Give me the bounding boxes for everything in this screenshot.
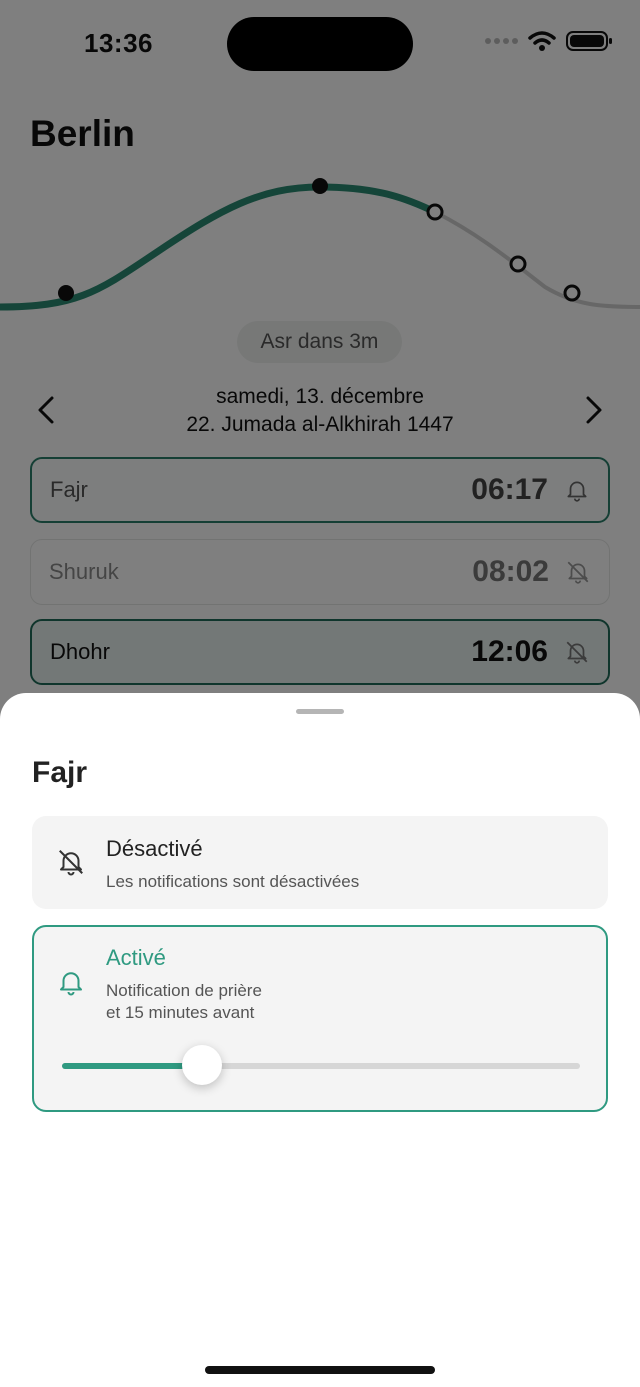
option-description: Notification de prière et 15 minutes ava… <box>106 980 262 1024</box>
option-label: Activé <box>106 945 166 970</box>
reminder-offset-slider[interactable] <box>62 1045 580 1085</box>
sheet-title: Fajr <box>32 756 88 789</box>
option-description: Les notifications sont désactivées <box>106 872 360 891</box>
option-enabled[interactable]: Activé Notification de prière et 15 minu… <box>32 925 608 1112</box>
sheet-grabber[interactable] <box>296 709 344 714</box>
option-label: Désactivé <box>106 836 203 861</box>
option-description-line1: Notification de prière <box>106 981 262 1000</box>
notification-settings-sheet: Fajr Désactivé Les notifications sont dé… <box>0 693 640 1387</box>
home-indicator <box>205 1366 435 1374</box>
slider-thumb[interactable] <box>181 1045 222 1085</box>
bell-icon <box>60 972 82 996</box>
option-description-line2: et 15 minutes avant <box>106 1003 255 1022</box>
bell-off-icon <box>59 850 83 876</box>
option-disabled[interactable]: Désactivé Les notifications sont désacti… <box>32 816 608 909</box>
slider-fill <box>62 1063 202 1069</box>
